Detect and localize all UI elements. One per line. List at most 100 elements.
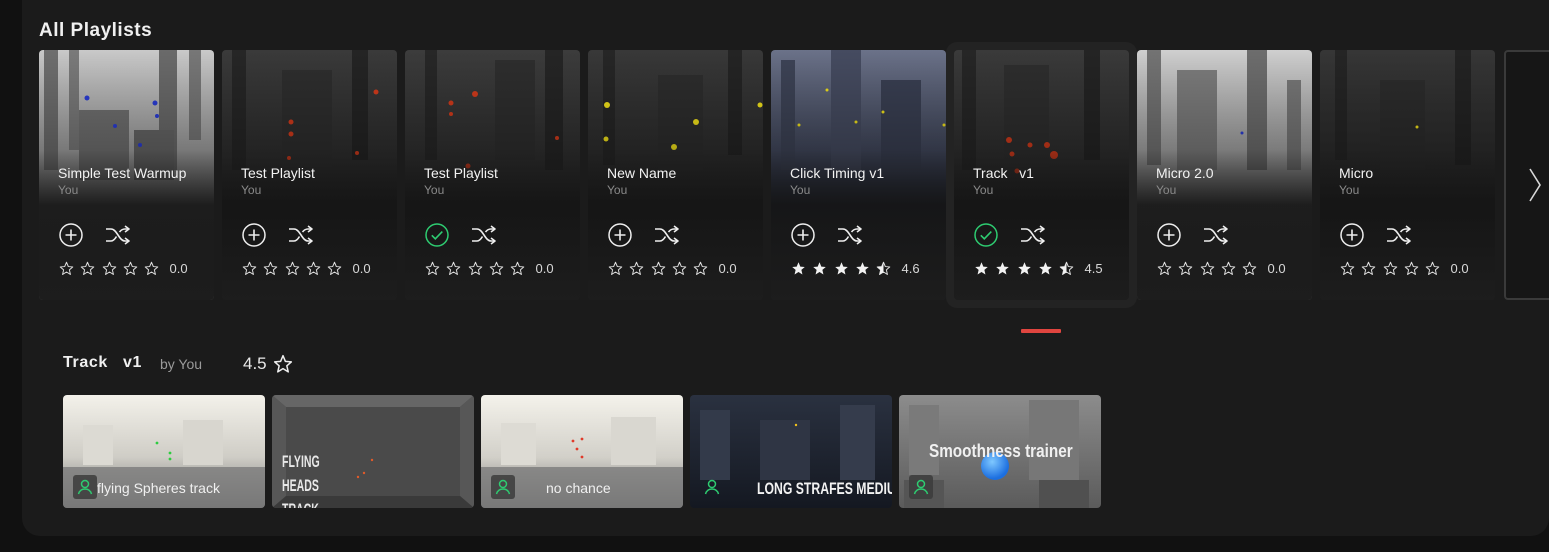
star-icon (1039, 262, 1052, 275)
selected-playlist-title: Track v1 (63, 354, 142, 371)
star-icon (1221, 261, 1236, 275)
star-icon (510, 261, 525, 275)
star-icon (306, 261, 321, 275)
star-icon (996, 262, 1010, 275)
rating-value: 0.0 (169, 261, 188, 276)
star-icon (81, 261, 95, 275)
rating-value: 0.0 (352, 261, 371, 276)
section-title: All Playlists (39, 20, 153, 41)
check-circle-icon[interactable] (974, 223, 998, 247)
rating-stars: 4.5 (974, 261, 1103, 276)
plus-circle-icon[interactable] (1340, 223, 1364, 247)
plus-circle-icon[interactable] (242, 223, 266, 247)
task-card[interactable]: flying Spheres track (63, 395, 265, 508)
person-icon (704, 479, 720, 495)
task-card[interactable]: no chance (481, 395, 683, 508)
task-name: flying Spheres track (97, 480, 220, 496)
plus-circle-icon[interactable] (608, 223, 632, 247)
star-icon (651, 261, 665, 275)
playlist-owner: You (607, 183, 628, 197)
star-icon (264, 261, 278, 275)
task-card[interactable]: FLYING HEADS TRACK SMALL (272, 395, 474, 508)
star-icon (489, 261, 504, 275)
playlist-card[interactable]: Micro 2.0 You 0.0 (1137, 50, 1312, 300)
playlist-owner: You (241, 183, 262, 197)
playlist-card[interactable]: New Name You 0.0 (588, 50, 763, 300)
selected-indicator (1021, 329, 1061, 333)
star-icon (630, 261, 644, 275)
rating-value: 4.6 (901, 261, 920, 276)
star-icon (693, 261, 708, 275)
plus-circle-icon[interactable] (791, 223, 815, 247)
task-art-text: FLYING HEADS TRACK SMALL (282, 452, 320, 508)
shuffle-icon[interactable] (104, 223, 132, 247)
rating-value: 0.0 (535, 261, 554, 276)
playlist-card[interactable]: Track v1 You 4.5 (954, 50, 1129, 300)
rating-value: 0.0 (718, 261, 737, 276)
playlist-name: New Name (607, 165, 677, 181)
star-icon (975, 262, 988, 275)
star-icon (1404, 261, 1419, 275)
task-card[interactable]: LONG STRAFES MEDIUM (690, 395, 892, 508)
playlist-card[interactable]: Simple Test Warmup You 0.0 (39, 50, 214, 300)
rating-stars: 0.0 (1157, 261, 1286, 276)
playlist-card[interactable]: Click Timing v1 You 4.6 (771, 50, 946, 300)
star-icon (425, 261, 440, 275)
selected-playlist-owner: by You (160, 356, 203, 372)
star-icon (834, 262, 848, 275)
rating-value: 0.0 (1267, 261, 1286, 276)
rating-stars: 0.0 (1340, 261, 1469, 276)
star-icon (1200, 261, 1214, 275)
playlist-name: Click Timing v1 (790, 165, 885, 181)
rating-stars: 0.0 (608, 261, 737, 276)
playlist-name: Test Playlist (241, 165, 315, 181)
star-icon (1383, 261, 1397, 275)
playlist-card[interactable]: Test Playlist You 0.0 (222, 50, 397, 300)
star-icon (856, 262, 869, 275)
star-half-icon (876, 261, 891, 275)
plus-circle-icon[interactable] (1157, 223, 1181, 247)
task-art-text: Smoothness trainer (929, 441, 1073, 461)
rating-value: 0.0 (1450, 261, 1469, 276)
shuffle-icon[interactable] (470, 223, 498, 247)
shuffle-icon[interactable] (1019, 223, 1047, 247)
task-name: no chance (546, 480, 611, 496)
playlist-card[interactable]: Test Playlist You 0.0 (405, 50, 580, 300)
star-icon (1017, 262, 1031, 275)
star-icon[interactable] (273, 354, 293, 374)
star-icon (672, 261, 687, 275)
star-icon (1340, 261, 1355, 275)
star-icon (123, 261, 138, 275)
person-icon (491, 475, 515, 499)
rating-stars: 0.0 (242, 261, 371, 276)
shuffle-icon[interactable] (653, 223, 681, 247)
playlist-owner: You (424, 183, 445, 197)
selected-playlist-rating: 4.5 (243, 354, 267, 373)
playlist-owner: You (973, 183, 994, 197)
playlist-name: Test Playlist (424, 165, 498, 181)
star-icon (1242, 261, 1257, 275)
chevron-right-icon[interactable] (1525, 165, 1545, 205)
check-circle-icon[interactable] (425, 223, 449, 247)
task-card[interactable]: Smoothness trainer (899, 395, 1101, 508)
shuffle-icon[interactable] (836, 223, 864, 247)
playlist-owner: You (1156, 183, 1177, 197)
shuffle-icon[interactable] (1202, 223, 1230, 247)
star-icon (144, 261, 159, 275)
star-icon (1157, 261, 1172, 275)
rating-stars: 0.0 (425, 261, 554, 276)
shuffle-icon[interactable] (1385, 223, 1413, 247)
star-icon (242, 261, 257, 275)
star-icon (792, 262, 805, 275)
star-icon (59, 261, 74, 275)
plus-circle-icon[interactable] (59, 223, 83, 247)
star-icon (468, 261, 482, 275)
playlist-name: Micro 2.0 (1156, 165, 1214, 181)
playlist-owner: You (58, 183, 79, 197)
star-icon (1179, 261, 1193, 275)
star-icon (1362, 261, 1376, 275)
playlist-owner: You (1339, 183, 1360, 197)
playlist-card[interactable]: Micro You 0.0 (1320, 50, 1495, 300)
person-icon (909, 475, 933, 499)
shuffle-icon[interactable] (287, 223, 315, 247)
